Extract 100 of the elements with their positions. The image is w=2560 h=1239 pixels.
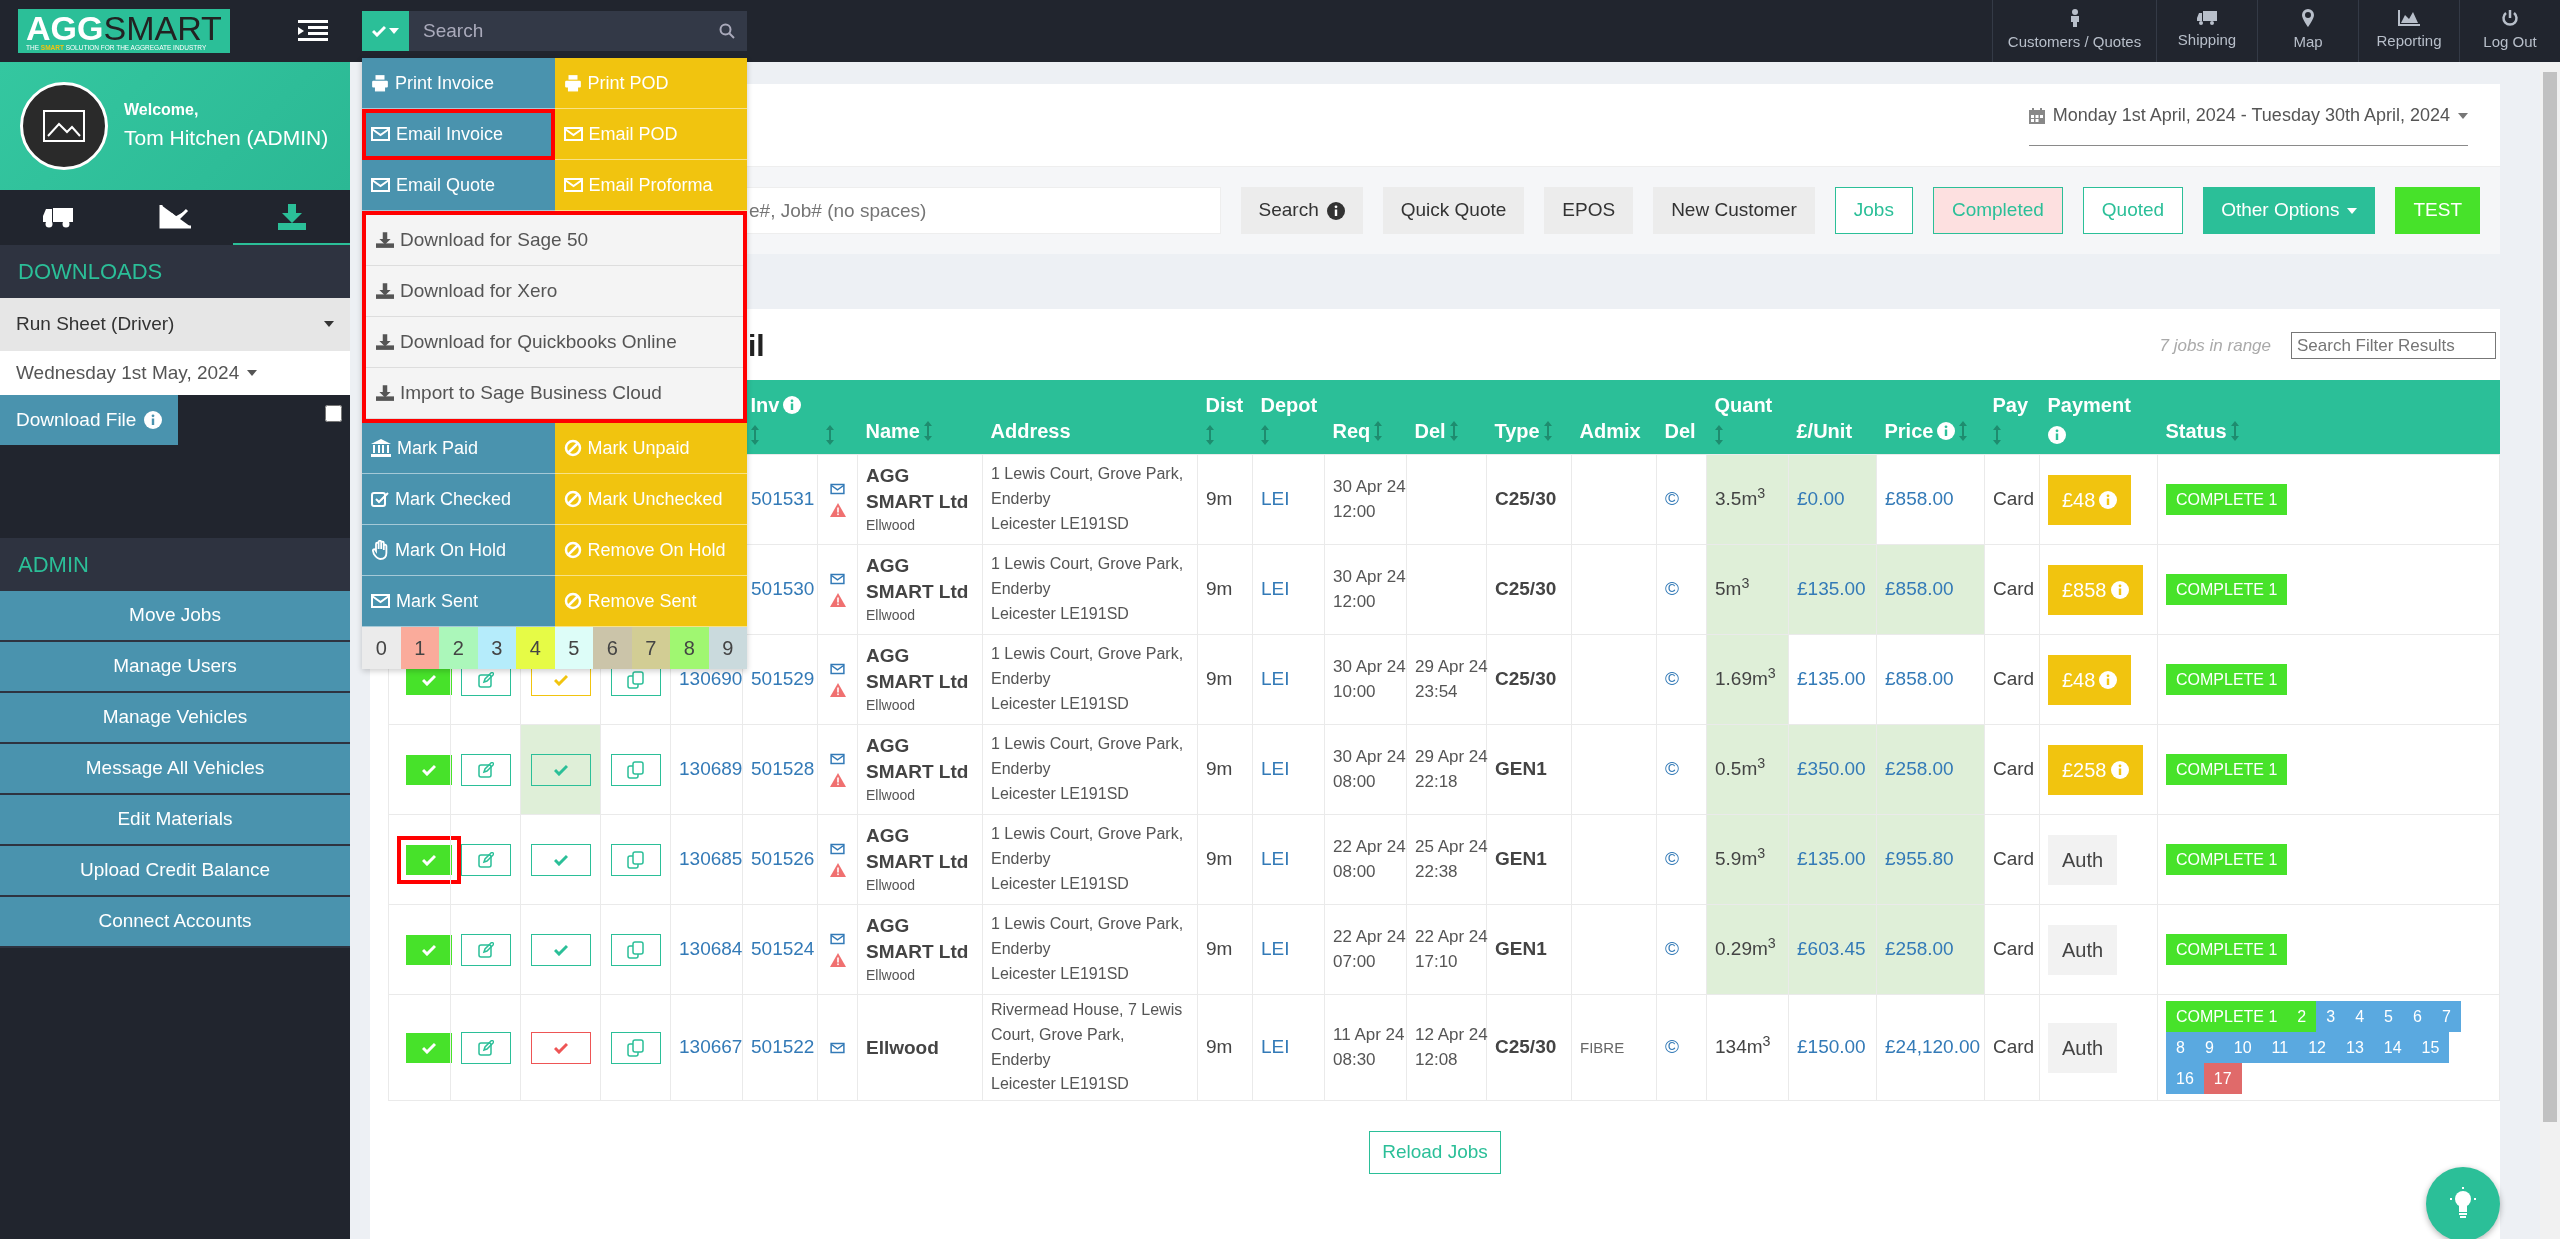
job-number-link[interactable]: 130667 bbox=[679, 1036, 743, 1058]
depot-link[interactable]: LEI bbox=[1261, 758, 1290, 780]
status-chip[interactable]: 14 bbox=[2373, 1032, 2412, 1064]
status-chip[interactable]: 6 bbox=[2403, 1000, 2432, 1032]
depot-link[interactable]: LEI bbox=[1261, 578, 1290, 600]
price-link[interactable]: £258.00 bbox=[1885, 938, 1954, 960]
column-header[interactable]: Status bbox=[2157, 380, 2500, 455]
column-header[interactable]: Price bbox=[1876, 380, 1985, 455]
column-header[interactable]: Dist bbox=[1197, 380, 1253, 455]
status-chip[interactable]: 8 bbox=[2166, 1032, 2195, 1064]
status-chip[interactable]: 16 bbox=[2166, 1063, 2204, 1095]
edit-button[interactable] bbox=[460, 1031, 511, 1064]
unit-price-link[interactable]: £603.45 bbox=[1797, 938, 1866, 960]
status-chip[interactable]: 13 bbox=[2336, 1032, 2374, 1064]
download-checkbox[interactable] bbox=[325, 405, 342, 422]
unit-price-link[interactable]: £350.00 bbox=[1797, 758, 1866, 780]
status-chip[interactable]: 4 bbox=[2345, 1000, 2375, 1032]
sidebar-toggle[interactable] bbox=[298, 20, 328, 42]
edit-button[interactable] bbox=[460, 843, 511, 876]
admin-menu-button[interactable]: Upload Credit Balance bbox=[0, 846, 350, 897]
nav-link[interactable]: Map bbox=[2257, 0, 2358, 62]
column-header[interactable]: Del bbox=[1656, 380, 1707, 455]
scrollbar-thumb[interactable] bbox=[2543, 72, 2557, 1122]
filter-button[interactable]: EPOS bbox=[1544, 187, 1634, 234]
filter-button[interactable]: Quoted bbox=[2082, 187, 2184, 234]
filter-button[interactable]: Other Options bbox=[2203, 187, 2376, 234]
filter-field[interactable]: Search Filter Results bbox=[2291, 332, 2496, 359]
checked-status-button[interactable] bbox=[530, 933, 591, 966]
scrollbar[interactable] bbox=[2540, 62, 2560, 1239]
checked-status-button[interactable] bbox=[530, 1031, 591, 1064]
color-swatch[interactable]: 3 bbox=[477, 627, 516, 669]
checked-status-button[interactable] bbox=[530, 843, 591, 876]
column-header[interactable]: Quant bbox=[1706, 380, 1789, 455]
unit-price-link[interactable]: £135.00 bbox=[1797, 668, 1866, 690]
nav-link[interactable]: Shipping bbox=[2156, 0, 2257, 62]
copy-button[interactable] bbox=[610, 1031, 661, 1064]
report-select[interactable]: Run Sheet (Driver) bbox=[0, 298, 350, 351]
depot-link[interactable]: LEI bbox=[1261, 668, 1290, 690]
price-link[interactable]: £258.00 bbox=[1885, 758, 1954, 780]
menu-item[interactable]: Mark Sent bbox=[362, 576, 555, 627]
filter-button[interactable]: New Customer bbox=[1653, 187, 1815, 234]
copy-button[interactable] bbox=[610, 933, 661, 966]
edit-button[interactable] bbox=[460, 753, 511, 786]
column-header[interactable]: Del bbox=[1406, 380, 1487, 455]
price-link[interactable]: £858.00 bbox=[1885, 668, 1954, 690]
filter-button[interactable]: Jobs bbox=[1834, 187, 1913, 234]
column-header[interactable]: Admix bbox=[1571, 380, 1657, 455]
reload-jobs-button[interactable]: Reload Jobs bbox=[1369, 1131, 1501, 1174]
price-link[interactable]: £858.00 bbox=[1885, 488, 1954, 510]
tick-button[interactable] bbox=[397, 835, 461, 884]
color-swatch[interactable]: 8 bbox=[670, 627, 709, 669]
admin-menu-button[interactable]: Connect Accounts bbox=[0, 897, 350, 948]
color-swatch[interactable]: 7 bbox=[631, 627, 670, 669]
depot-link[interactable]: LEI bbox=[1261, 488, 1290, 510]
status-chip[interactable]: 11 bbox=[2261, 1032, 2299, 1064]
copy-button[interactable] bbox=[610, 843, 661, 876]
filter-button[interactable]: Completed bbox=[1932, 187, 2063, 234]
status-chip[interactable]: 3 bbox=[2316, 1000, 2346, 1032]
date-range-picker[interactable]: Monday 1st April, 2024 - Tuesday 30th April, 2024 bbox=[2028, 102, 2468, 146]
color-swatch[interactable]: 9 bbox=[708, 627, 747, 669]
checked-status-button[interactable] bbox=[530, 753, 591, 786]
auth-button[interactable]: Auth bbox=[2048, 924, 2118, 975]
search-field[interactable]: Search bbox=[421, 15, 719, 47]
price-link[interactable]: £24,120.00 bbox=[1885, 1036, 1981, 1058]
status-chip[interactable]: 15 bbox=[2411, 1032, 2450, 1064]
admin-menu-button[interactable]: Move Jobs bbox=[0, 591, 350, 642]
column-header[interactable]: Depot bbox=[1252, 380, 1325, 455]
column-header[interactable]: Pay bbox=[1984, 380, 2040, 455]
menu-item[interactable]: Email Invoice bbox=[362, 109, 555, 160]
admin-menu-button[interactable]: Manage Users bbox=[0, 642, 350, 693]
column-header[interactable]: Address bbox=[982, 380, 1198, 455]
column-header[interactable]: Name bbox=[857, 380, 983, 455]
auth-button[interactable]: Auth bbox=[2048, 1022, 2118, 1073]
date-select[interactable]: Wednesday 1st May, 2024 bbox=[0, 350, 350, 395]
color-swatch[interactable]: 1 bbox=[400, 627, 439, 669]
unit-price-link[interactable]: £0.00 bbox=[1797, 488, 1845, 510]
column-header[interactable]: £/Unit bbox=[1788, 380, 1877, 455]
depot-link[interactable]: LEI bbox=[1261, 938, 1290, 960]
status-chip[interactable]: 7 bbox=[2431, 1000, 2461, 1032]
color-swatch[interactable]: 2 bbox=[439, 627, 478, 669]
job-number-link[interactable]: 130690 bbox=[679, 668, 743, 690]
menu-item[interactable]: Print Invoice bbox=[362, 58, 555, 109]
price-link[interactable]: £858.00 bbox=[1885, 578, 1954, 600]
auth-button[interactable]: Auth bbox=[2048, 834, 2118, 885]
download-file-button[interactable]: Download File bbox=[0, 395, 179, 445]
unit-price-link[interactable]: £150.00 bbox=[1797, 1036, 1866, 1058]
menu-item[interactable]: Mark Paid bbox=[362, 423, 555, 474]
admin-menu-button[interactable]: Message All Vehicles bbox=[0, 744, 350, 795]
bulk-actions-toggle[interactable] bbox=[362, 11, 409, 51]
menu-item[interactable]: Mark Checked bbox=[362, 474, 555, 525]
color-swatch[interactable]: 4 bbox=[516, 627, 555, 669]
filter-button[interactable]: Search bbox=[1240, 187, 1363, 234]
column-header[interactable]: Payment bbox=[2039, 380, 2158, 455]
column-header[interactable]: Type bbox=[1486, 380, 1572, 455]
status-chip[interactable]: 12 bbox=[2298, 1032, 2336, 1064]
column-header[interactable]: Req bbox=[1324, 380, 1407, 455]
color-swatch[interactable]: 0 bbox=[362, 627, 401, 669]
admin-menu-button[interactable]: Manage Vehicles bbox=[0, 693, 350, 744]
color-swatch[interactable]: 6 bbox=[593, 627, 632, 669]
depot-link[interactable]: LEI bbox=[1261, 1036, 1290, 1058]
